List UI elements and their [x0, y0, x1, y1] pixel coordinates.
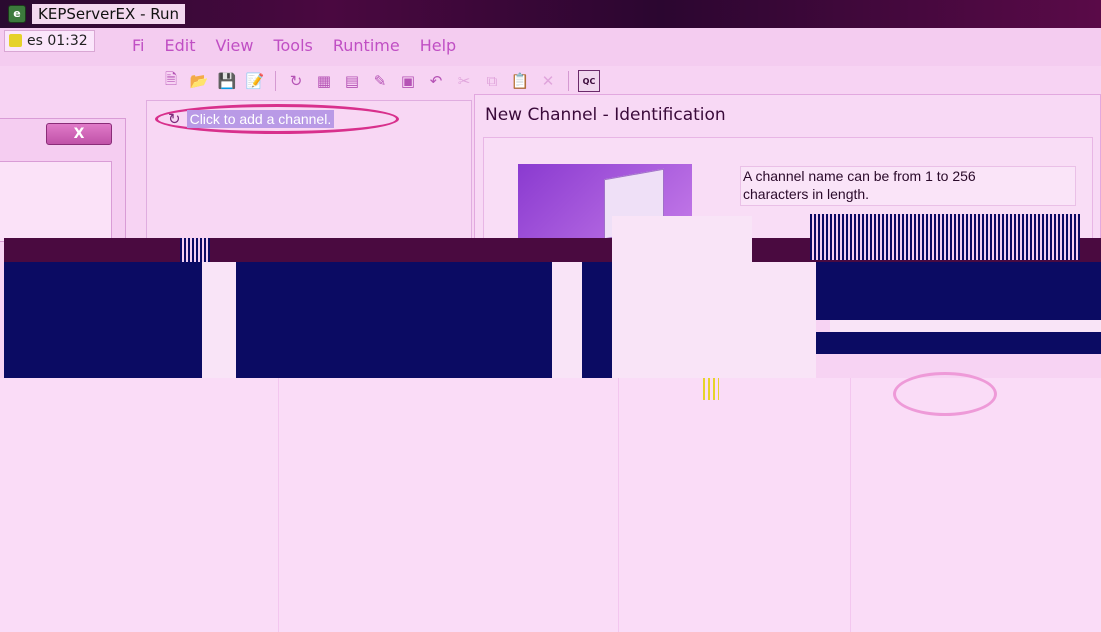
- undo-icon[interactable]: ↶: [425, 70, 447, 92]
- cut-icon[interactable]: ✂: [453, 70, 475, 92]
- glitch-noise: [180, 238, 210, 262]
- runtime-status-chip: es 01:32: [4, 30, 95, 52]
- close-button[interactable]: X: [46, 123, 112, 145]
- glitch-block: [816, 262, 1101, 320]
- menu-view[interactable]: View: [215, 36, 253, 55]
- column-divider: [618, 378, 619, 632]
- column-divider: [850, 378, 851, 632]
- open-folder-icon[interactable]: 📂: [188, 70, 210, 92]
- window-title: KEPServerEX - Run: [32, 4, 186, 24]
- highlight-ellipse: [893, 372, 997, 416]
- glitch-mark: [703, 378, 719, 400]
- title-bar: e KEPServerEX - Run: [0, 0, 1101, 28]
- glitch-block: [816, 332, 1101, 354]
- glitch-block: [612, 262, 816, 378]
- lower-content-area: [0, 378, 1101, 632]
- new-channel-icon[interactable]: ↻: [285, 70, 307, 92]
- glitch-noise: [810, 214, 1080, 260]
- quick-client-button[interactable]: QC: [578, 70, 600, 92]
- new-file-icon[interactable]: 🗎: [160, 70, 182, 92]
- wizard-title: New Channel - Identification: [485, 105, 726, 125]
- channel-tree-panel: ↻ Click to add a channel.: [146, 100, 472, 240]
- glitch-block: [4, 262, 202, 378]
- wizard-help-line: characters in length.: [743, 186, 870, 202]
- glitch-block: [552, 262, 582, 378]
- glitch-block: [202, 262, 236, 378]
- add-channel-item[interactable]: ↻ Click to add a channel.: [155, 104, 399, 134]
- add-channel-icon: ↻: [168, 110, 181, 128]
- menu-tools[interactable]: Tools: [273, 36, 312, 55]
- glitch-block: [236, 262, 552, 378]
- paste-icon[interactable]: 📋: [509, 70, 531, 92]
- copy-icon[interactable]: ⧉: [481, 70, 503, 92]
- add-channel-label: Click to add a channel.: [186, 110, 335, 128]
- glitch-block: [612, 216, 752, 262]
- menu-file[interactable]: Fi: [132, 36, 144, 55]
- new-tag-icon[interactable]: ✎: [369, 70, 391, 92]
- save-as-icon[interactable]: 📝: [244, 70, 266, 92]
- glitch-block: [582, 262, 612, 378]
- new-group-icon[interactable]: ▤: [341, 70, 363, 92]
- column-divider: [278, 378, 279, 632]
- menu-edit[interactable]: Edit: [164, 36, 195, 55]
- wizard-help-line: A channel name can be from 1 to 256: [743, 168, 976, 184]
- left-panel-content: [0, 161, 112, 241]
- glitch-block: [830, 320, 1101, 332]
- delete-icon[interactable]: ✕: [537, 70, 559, 92]
- toolbar-separator: [568, 71, 569, 91]
- menu-bar: es 01:32 Fi Edit View Tools Runtime Help: [0, 28, 1101, 66]
- toolbar: 🗎 📂 💾 📝 ↻ ▦ ▤ ✎ ▣ ↶ ✂ ⧉ 📋 ✕ QC: [160, 68, 600, 94]
- toolbar-separator: [275, 71, 276, 91]
- left-floating-panel: X: [0, 118, 126, 242]
- save-icon[interactable]: 💾: [216, 70, 238, 92]
- wizard-help-text: A channel name can be from 1 to 256 char…: [740, 166, 1076, 206]
- menu-help[interactable]: Help: [420, 36, 456, 55]
- new-device-icon[interactable]: ▦: [313, 70, 335, 92]
- kepserver-app-icon: e: [8, 5, 26, 23]
- tag-group-icon[interactable]: ▣: [397, 70, 419, 92]
- menu-runtime[interactable]: Runtime: [333, 36, 400, 55]
- menu-items: Fi Edit View Tools Runtime Help: [132, 36, 456, 55]
